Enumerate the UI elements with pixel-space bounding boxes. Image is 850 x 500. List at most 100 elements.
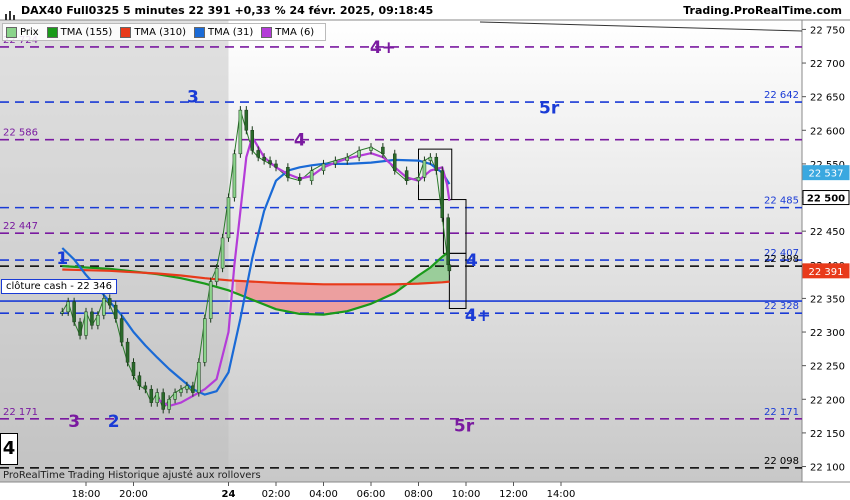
level-label-right: 22 485	[764, 196, 799, 207]
candle-body	[119, 318, 124, 343]
x-tick-label: 06:00	[357, 489, 386, 500]
y-tick-label: 22 150	[810, 429, 845, 440]
legend-label: Prix	[20, 26, 39, 38]
candle-body	[203, 318, 207, 363]
x-tick-label: 20:00	[119, 489, 148, 500]
legend-label: TMA (310)	[134, 26, 186, 38]
candle-body	[131, 362, 136, 376]
chart-title: DAX40 Full0325 5 minutes 22 391 +0,33 % …	[21, 4, 434, 17]
candle-body	[220, 237, 225, 269]
level-label-right: 22 171	[764, 407, 799, 418]
candle-body	[143, 385, 148, 390]
candle-body	[274, 163, 278, 168]
candle-body	[90, 311, 94, 326]
corner-level-badge: 4	[0, 433, 18, 465]
candle-body	[96, 314, 100, 326]
candle-body	[84, 311, 88, 336]
candle-body	[357, 150, 361, 158]
x-tick-label: 10:00	[452, 489, 481, 500]
candle-body	[434, 156, 439, 171]
candle-body	[238, 109, 243, 155]
level-tag: 4	[294, 131, 306, 151]
candle-body	[416, 177, 421, 181]
candle-body	[345, 156, 349, 161]
footer-note: ProRealTime Trading Historique ajusté au…	[3, 470, 261, 481]
level-tag: 4	[466, 251, 478, 271]
price-tag-label: 22 391	[809, 267, 844, 278]
chart-canvas[interactable]: 22 75022 70022 65022 60022 55022 50022 4…	[0, 0, 850, 500]
candle-body	[179, 388, 183, 393]
candle-body	[149, 388, 154, 403]
level-tag: 5r	[539, 98, 560, 118]
x-tick-label: 04:00	[309, 489, 338, 500]
legend-swatch	[193, 26, 205, 38]
candle-body	[72, 301, 76, 323]
level-label-right: 22 098	[764, 456, 799, 467]
level-label-left: 22 586	[3, 128, 38, 139]
legend-item-tma31[interactable]: TMA (31)	[193, 26, 254, 38]
y-tick-label: 22 350	[810, 294, 845, 305]
candle-body	[161, 392, 165, 410]
level-tag: 4+	[465, 306, 491, 326]
y-tick-label: 22 600	[810, 126, 845, 137]
candle-body	[66, 301, 70, 313]
y-tick-label: 22 250	[810, 362, 845, 373]
candle-body	[232, 153, 237, 198]
level-label-right: 22 328	[764, 301, 799, 312]
level-tag: 2	[108, 412, 120, 432]
legend-label: TMA (6)	[275, 26, 315, 38]
level-tag: 3	[187, 88, 199, 108]
level-tag: 5r	[454, 417, 475, 437]
x-tick-label: 14:00	[547, 489, 576, 500]
brand-label: Trading.ProRealTime.com	[683, 4, 842, 17]
x-tick-label: 18:00	[72, 489, 101, 500]
candle-body	[404, 170, 409, 181]
candle-body	[369, 146, 373, 151]
candle-body	[102, 298, 106, 316]
candle-body	[167, 399, 171, 410]
y-tick-label: 22 450	[810, 227, 845, 238]
y-tick-label: 22 700	[810, 59, 845, 70]
candle-body	[256, 150, 260, 158]
candle-body	[309, 170, 314, 181]
price-tag-label: 22 500	[807, 194, 845, 205]
candle-body	[214, 267, 219, 282]
level-tag: 4+	[370, 38, 396, 58]
candle-body	[113, 304, 118, 319]
candle-body	[447, 264, 452, 272]
candle-body	[422, 160, 427, 178]
level-label-left: 22 171	[3, 407, 38, 418]
legend-swatch	[46, 26, 58, 38]
x-tick-label: 24	[222, 489, 236, 500]
candle-body	[298, 177, 302, 181]
level-label-right: 22 642	[764, 90, 799, 101]
y-tick-label: 22 650	[810, 93, 845, 104]
candle-body	[244, 109, 249, 131]
legend-swatch	[120, 26, 132, 38]
candle-body	[208, 281, 213, 319]
level-tag: 3	[68, 412, 80, 432]
candle-body	[197, 362, 201, 393]
legend-label: TMA (31)	[207, 26, 254, 38]
legend-swatch	[261, 26, 273, 38]
cash-close-label: clôture cash - 22 346	[1, 279, 118, 294]
indicator-legend[interactable]: Prix TMA (155) TMA (310) TMA (31) TMA (6…	[2, 23, 327, 41]
legend-item-prix[interactable]: Prix	[6, 26, 39, 38]
legend-item-tma6[interactable]: TMA (6)	[261, 26, 315, 38]
x-tick-label: 08:00	[404, 489, 433, 500]
candle-body	[262, 156, 266, 161]
y-tick-label: 22 300	[810, 328, 845, 339]
y-tick-label: 22 100	[810, 463, 845, 474]
legend-item-tma310[interactable]: TMA (310)	[120, 26, 186, 38]
candle-body	[428, 156, 433, 161]
candle-body	[78, 321, 82, 336]
level-label-right: 22 398	[764, 254, 799, 265]
candle-body	[286, 167, 290, 178]
chart-type-icon[interactable]	[5, 6, 15, 20]
candle-body	[250, 130, 254, 151]
legend-item-tma155[interactable]: TMA (155)	[46, 26, 112, 38]
x-tick-label: 02:00	[262, 489, 291, 500]
candle-body	[185, 385, 189, 390]
level-label-left: 22 447	[3, 221, 38, 232]
candle-body	[446, 217, 450, 266]
